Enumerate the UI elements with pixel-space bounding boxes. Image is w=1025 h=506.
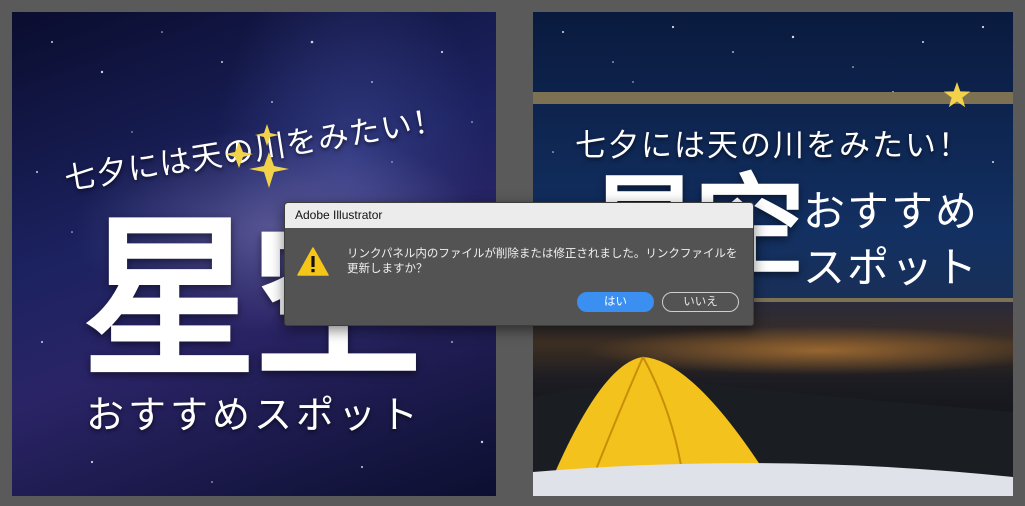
gold-band-top xyxy=(533,92,1013,104)
no-button[interactable]: いいえ xyxy=(662,292,739,312)
dialog-titlebar[interactable]: Adobe Illustrator xyxy=(285,203,753,228)
illuminated-tent-photo xyxy=(533,302,1013,496)
warning-icon xyxy=(297,247,329,276)
alert-dialog: Adobe Illustrator リンクパネル内のファイルが削除または修正され… xyxy=(284,202,754,326)
sparkle-stars-icon xyxy=(225,124,289,188)
dialog-message: リンクパネル内のファイルが削除または修正されました。リンクファイルを更新しますか… xyxy=(347,248,738,275)
right-title-line2: スポット xyxy=(803,243,980,292)
right-title-line1: おすすめ xyxy=(803,187,980,236)
yes-button[interactable]: はい xyxy=(577,292,654,312)
left-bottom-text: おすすめスポット xyxy=(85,393,422,437)
dialog-title: Adobe Illustrator xyxy=(295,208,383,222)
tent-icon xyxy=(533,356,1013,496)
right-subtitle: 七夕には天の川をみたい！ xyxy=(575,128,971,164)
star-icon xyxy=(943,82,971,108)
